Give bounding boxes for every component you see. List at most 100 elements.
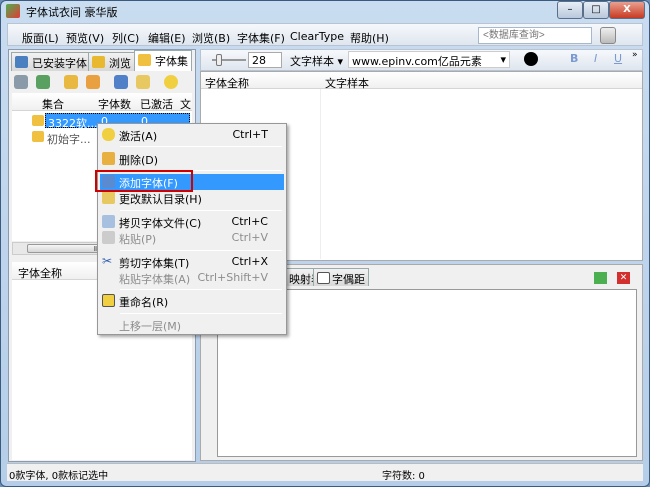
paste-icon (102, 231, 115, 244)
underline-button[interactable]: U (614, 52, 622, 65)
col-font-fullname[interactable]: 字体全称 (18, 265, 62, 281)
menu-help[interactable]: 帮助(H) (350, 30, 389, 46)
menu-item-move-up[interactable]: 上移一层(M) (100, 317, 284, 333)
italic-button[interactable]: I (594, 52, 597, 65)
scissors-icon: ✂ (102, 254, 113, 268)
menu-separator (120, 289, 282, 290)
tab-installed-fonts[interactable]: 已安装字体 (11, 52, 91, 71)
fontset-box-icon (32, 115, 44, 126)
menu-item-rename[interactable]: 重命名(R) (100, 293, 284, 309)
menu-item-change-default-dir[interactable]: 更改默认目录(H) (100, 190, 284, 206)
folder-icon[interactable] (136, 75, 150, 89)
col-font-count[interactable]: 字体数 (98, 96, 131, 112)
menu-separator (120, 250, 282, 251)
col-text-sample[interactable]: 文字样本 (325, 75, 369, 91)
menu-cleartype[interactable]: ClearType (290, 30, 344, 43)
delete-box-icon (102, 152, 115, 165)
tab-label: 字体集 (155, 55, 188, 68)
tab-label: 字偶距 (332, 273, 365, 286)
kerning-icon (317, 272, 330, 284)
menu-layout[interactable]: 版面(L) (22, 30, 59, 46)
close-button[interactable]: X (609, 1, 645, 19)
size-slider[interactable] (212, 54, 246, 66)
search-button[interactable] (600, 27, 616, 44)
menu-label: 剪切字体集(T) (119, 257, 190, 270)
browse-icon (92, 56, 105, 68)
close-panel-icon[interactable]: ✕ (617, 272, 630, 284)
app-icon (6, 4, 20, 18)
color-picker-icon[interactable] (524, 52, 538, 66)
status-bar: 0款字体, 0款标记选中 字符数: 0 (7, 463, 643, 482)
maximize-button[interactable]: □ (583, 1, 609, 19)
bulb-icon[interactable] (164, 75, 178, 89)
status-font-count: 0款字体, 0款标记选中 (9, 471, 109, 482)
context-menu: 激活(A) Ctrl+T 删除(D) 添加字体(F) 更改默认目录(H) 拷贝字体… (97, 123, 287, 335)
menu-separator (120, 210, 282, 211)
menu-item-cut-fontset[interactable]: ✂ 剪切字体集(T) Ctrl+X (100, 254, 284, 270)
menu-item-activate[interactable]: 激活(A) Ctrl+T (100, 127, 284, 143)
folder-icon (102, 191, 115, 204)
menu-shortcut: Ctrl+T (232, 128, 268, 141)
menu-shortcut: Ctrl+X (231, 255, 268, 268)
menu-label: 重命名(R) (119, 296, 169, 309)
database-search-input[interactable] (478, 27, 592, 44)
menu-label: 更改默认目录(H) (119, 193, 202, 206)
window-title: 字体试衣间 豪华版 (26, 6, 118, 19)
menu-label: 删除(D) (119, 154, 159, 167)
col-collection[interactable]: 集合 (42, 96, 64, 112)
font-list-header: 字体全称 文字样本 (201, 72, 642, 91)
tab-fontset[interactable]: 字体集 (134, 50, 192, 71)
menu-shortcut: Ctrl+V (231, 231, 268, 244)
refresh-icon[interactable] (36, 75, 50, 89)
menu-fontset[interactable]: 字体集(F) (237, 30, 285, 46)
fontset-box-icon (32, 131, 44, 142)
menu-browse[interactable]: 浏览(B) (192, 30, 230, 46)
status-char-count: 字符数: 0 (382, 471, 425, 482)
size-input[interactable]: 28 (248, 52, 282, 68)
delete-set-icon[interactable] (86, 75, 100, 89)
size-value: 28 (252, 54, 266, 67)
menu-separator (120, 146, 282, 147)
tab-kerning[interactable]: 字偶距 (313, 268, 369, 286)
menu-columns[interactable]: 列(C) (112, 30, 139, 46)
sample-mode-dropdown[interactable]: 文字样本 ▾ (290, 53, 343, 69)
col-activated[interactable]: 已激活 (140, 96, 173, 112)
add-font-icon[interactable] (114, 75, 128, 89)
chevron-down-icon[interactable]: ▾ (500, 53, 506, 66)
tab-label: 已安装字体 (32, 57, 87, 70)
toolbar-overflow-button[interactable]: » (632, 50, 638, 60)
menu-shortcut: Ctrl+C (231, 215, 268, 228)
collection-name: 初始字... (47, 133, 91, 146)
minimize-button[interactable]: – (557, 1, 583, 19)
menu-item-copy-font-file[interactable]: 拷贝字体文件(C) Ctrl+C (100, 214, 284, 230)
menu-shortcut: Ctrl+Shift+V (197, 271, 268, 284)
sample-mode-value: 文字样本 (290, 55, 334, 68)
sample-text-combo[interactable]: www.epinv.com亿品元素 ▾ (348, 51, 510, 68)
bold-button[interactable]: B (570, 52, 578, 65)
installed-fonts-icon (15, 56, 28, 68)
new-set-icon[interactable] (64, 75, 78, 89)
menu-item-paste[interactable]: 粘贴(P) Ctrl+V (100, 230, 284, 246)
menu-item-paste-fontset[interactable]: 粘贴字体集(A) Ctrl+Shift+V (100, 270, 284, 286)
menu-label: 拷贝字体文件(C) (119, 217, 202, 230)
menu-preview[interactable]: 预览(V) (66, 30, 104, 46)
fontset-box-icon (138, 54, 151, 66)
tab-browse[interactable]: 浏览 (88, 52, 135, 71)
rename-icon (102, 294, 115, 307)
menu-label: 激活(A) (119, 130, 158, 143)
highlight-annotation-box (95, 170, 193, 192)
menu-separator (120, 313, 282, 314)
collection-row[interactable]: 初始字... (47, 131, 91, 147)
collection-name: 3322软... (48, 117, 98, 130)
expand-icon[interactable] (594, 272, 607, 284)
menu-item-delete[interactable]: 删除(D) (100, 151, 284, 167)
tab-label: 浏览 (109, 57, 131, 70)
menu-label: 粘贴(P) (119, 233, 157, 246)
col-text[interactable]: 文 (180, 96, 191, 112)
menu-edit[interactable]: 编辑(E) (148, 30, 186, 46)
menu-label: 上移一层(M) (119, 320, 182, 333)
menu-label: 粘贴字体集(A) (119, 273, 191, 286)
find-icon[interactable] (14, 75, 28, 89)
col-font-fullname[interactable]: 字体全称 (205, 75, 249, 91)
slider-thumb[interactable] (216, 54, 222, 66)
